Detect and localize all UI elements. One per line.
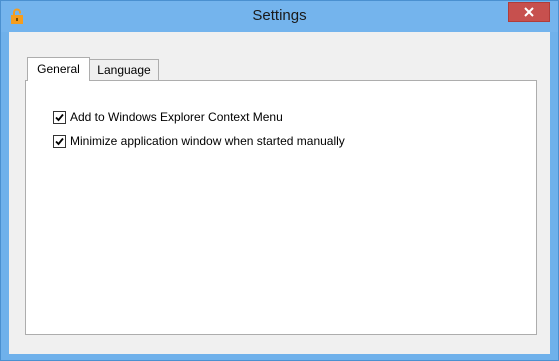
checkbox-label: Add to Windows Explorer Context Menu bbox=[70, 110, 283, 124]
tab-general[interactable]: General bbox=[27, 57, 90, 81]
context-menu-checkbox[interactable] bbox=[53, 111, 66, 124]
checkmark-icon bbox=[55, 137, 64, 146]
general-tab-panel: Add to Windows Explorer Context Menu Min… bbox=[25, 80, 537, 335]
settings-window: Settings General Language Add to Windows… bbox=[0, 0, 559, 361]
tab-label: Language bbox=[97, 63, 151, 77]
window-title: Settings bbox=[252, 7, 307, 24]
tab-language[interactable]: Language bbox=[89, 59, 159, 81]
tab-label: General bbox=[37, 62, 80, 76]
dialog-content: General Language Add to Windows Explorer… bbox=[9, 32, 550, 354]
checkbox-label: Minimize application window when started… bbox=[70, 134, 345, 148]
minimize-checkbox[interactable] bbox=[53, 135, 66, 148]
close-button[interactable] bbox=[508, 2, 550, 22]
title-bar[interactable]: Settings bbox=[1, 1, 558, 32]
checkmark-icon bbox=[55, 113, 64, 122]
